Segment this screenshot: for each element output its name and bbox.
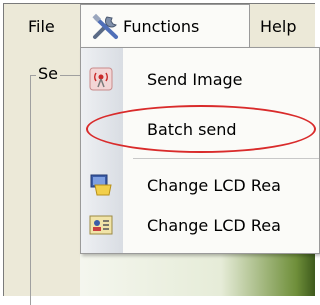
menu-help-label: Help xyxy=(260,16,297,36)
menu-file[interactable]: File xyxy=(28,4,55,48)
menu-item-send-image[interactable]: Send Image xyxy=(81,60,319,98)
menu-separator xyxy=(133,158,319,159)
menu-item-label: Change LCD Rea xyxy=(147,215,281,235)
highlight-ellipse xyxy=(86,105,316,153)
tools-icon xyxy=(92,13,118,39)
groupbox-label: Se xyxy=(36,64,60,83)
menu-file-label: File xyxy=(28,16,55,36)
menu-item-change-lcd-1[interactable]: Change LCD Rea xyxy=(81,166,319,204)
lcd-card-icon xyxy=(89,215,113,235)
menu-functions[interactable]: Functions xyxy=(80,4,250,48)
lcd-folder-icon xyxy=(90,174,112,196)
menu-functions-label: Functions xyxy=(123,17,200,36)
menu-bar: File Functions Help xyxy=(4,4,315,48)
menu-help[interactable]: Help xyxy=(260,4,296,48)
menu-item-label: Change LCD Rea xyxy=(147,175,281,195)
antenna-icon xyxy=(89,67,113,91)
menu-item-change-lcd-2[interactable]: Change LCD Rea xyxy=(81,206,319,244)
menu-item-label: Send Image xyxy=(147,69,243,89)
